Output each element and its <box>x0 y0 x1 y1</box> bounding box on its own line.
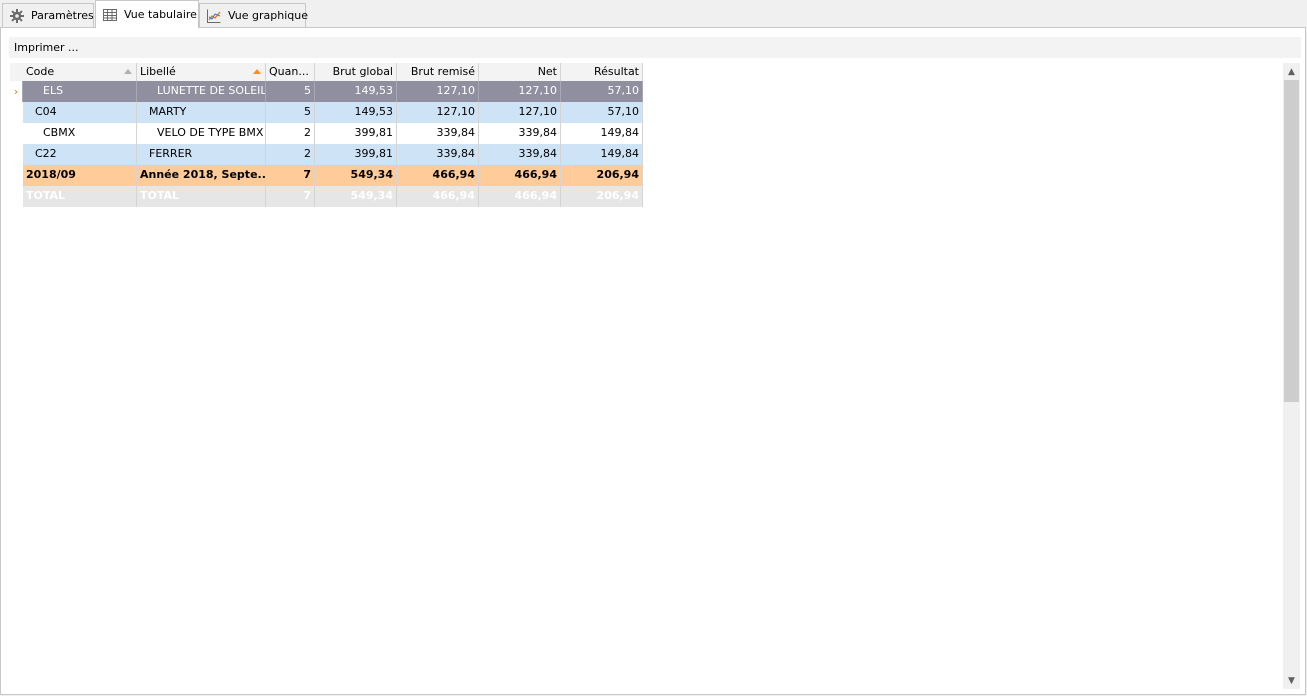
cell-brut-remise[interactable]: 339,84 <box>397 123 479 144</box>
column-header-libelle[interactable]: Libellé <box>137 63 266 81</box>
cell-net[interactable]: 339,84 <box>479 123 561 144</box>
row-indicator <box>10 165 23 186</box>
tab-vue-graphique[interactable]: Vue graphique <box>199 3 308 27</box>
tab-parametres[interactable]: Paramètres <box>2 3 94 27</box>
grid-header: Code Libellé Quan... Brut global Brut re… <box>10 63 643 82</box>
cell-resultat[interactable]: 206,94 <box>561 186 643 207</box>
cell-resultat[interactable]: 57,10 <box>561 81 643 102</box>
cell-quantite[interactable]: 2 <box>266 123 315 144</box>
cell-net[interactable]: 127,10 <box>479 102 561 123</box>
table-row[interactable]: C04 MARTY 5 149,53 127,10 127,10 57,10 <box>10 102 643 123</box>
sort-ascending-icon <box>124 69 132 74</box>
cell-brut-global[interactable]: 399,81 <box>315 144 397 165</box>
cell-code[interactable]: CBMX <box>23 123 137 144</box>
cell-resultat[interactable]: 57,10 <box>561 102 643 123</box>
table-row[interactable]: C22 FERRER 2 399,81 339,84 339,84 149,84 <box>10 144 643 165</box>
column-header-brut-global[interactable]: Brut global <box>315 63 397 81</box>
table-row[interactable]: › ELS LUNETTE DE SOLEIL 5 149,53 127,10 … <box>10 81 643 102</box>
cell-quantite[interactable]: 5 <box>266 81 315 102</box>
vertical-scrollbar[interactable]: ▲ ▼ <box>1283 63 1300 689</box>
cell-quantite[interactable]: 7 <box>266 165 315 186</box>
cell-net[interactable]: 127,10 <box>479 81 561 102</box>
cell-code[interactable]: C22 <box>23 144 137 165</box>
subtotal-row[interactable]: 2018/09 Année 2018, Septe... 7 549,34 46… <box>10 165 643 186</box>
column-header-brut-remise[interactable]: Brut remisé <box>397 63 479 81</box>
scroll-down-arrow-icon[interactable]: ▼ <box>1283 672 1300 689</box>
row-indicator <box>10 144 23 165</box>
column-header-label: Libellé <box>140 65 176 78</box>
column-header-code[interactable]: Code <box>23 63 137 81</box>
cell-brut-remise[interactable]: 127,10 <box>397 102 479 123</box>
cell-libelle[interactable]: VELO DE TYPE BMX <box>137 123 266 144</box>
cell-brut-global[interactable]: 549,34 <box>315 165 397 186</box>
tab-bar: Paramètres Vue tabulaire Vue graphique <box>0 0 1307 28</box>
tabular-view-panel: Imprimer ... Code Libellé Quan... Brut g… <box>0 27 1306 695</box>
cell-net[interactable]: 339,84 <box>479 144 561 165</box>
cell-resultat[interactable]: 149,84 <box>561 123 643 144</box>
cell-brut-remise[interactable]: 466,94 <box>397 165 479 186</box>
cell-quantite[interactable]: 2 <box>266 144 315 165</box>
cell-net[interactable]: 466,94 <box>479 186 561 207</box>
cell-brut-global[interactable]: 399,81 <box>315 123 397 144</box>
gear-icon <box>9 8 25 24</box>
cell-brut-global[interactable]: 149,53 <box>315 81 397 102</box>
cell-code[interactable]: ELS <box>23 81 137 102</box>
cell-libelle[interactable]: FERRER <box>137 144 266 165</box>
toolbar: Imprimer ... <box>9 37 1301 58</box>
total-row[interactable]: TOTAL TOTAL 7 549,34 466,94 466,94 206,9… <box>10 186 643 207</box>
cell-resultat[interactable]: 206,94 <box>561 165 643 186</box>
cell-brut-global[interactable]: 149,53 <box>315 102 397 123</box>
tab-label: Paramètres <box>31 9 94 22</box>
cell-libelle[interactable]: LUNETTE DE SOLEIL <box>137 81 266 102</box>
column-header-net[interactable]: Net <box>479 63 561 81</box>
cell-libelle[interactable]: MARTY <box>137 102 266 123</box>
cell-brut-remise[interactable]: 466,94 <box>397 186 479 207</box>
chart-icon <box>206 8 222 24</box>
column-header-label: Code <box>26 65 55 78</box>
cell-libelle[interactable]: TOTAL <box>137 186 266 207</box>
row-indicator <box>10 186 23 207</box>
sort-ascending-icon <box>253 69 261 74</box>
row-indicator <box>10 123 23 144</box>
cell-code[interactable]: 2018/09 <box>23 165 137 186</box>
scroll-up-arrow-icon[interactable]: ▲ <box>1283 63 1300 80</box>
cell-brut-global[interactable]: 549,34 <box>315 186 397 207</box>
scrollbar-thumb[interactable] <box>1284 80 1299 402</box>
cell-code[interactable]: C04 <box>23 102 137 123</box>
row-indicator-header <box>10 63 23 81</box>
row-indicator <box>10 102 23 123</box>
print-button[interactable]: Imprimer ... <box>9 41 79 54</box>
cell-quantite[interactable]: 7 <box>266 186 315 207</box>
tab-label: Vue tabulaire <box>124 8 197 21</box>
cell-quantite[interactable]: 5 <box>266 102 315 123</box>
cell-code[interactable]: TOTAL <box>23 186 137 207</box>
tab-label: Vue graphique <box>228 9 308 22</box>
cell-libelle[interactable]: Année 2018, Septe... <box>137 165 266 186</box>
table-row[interactable]: CBMX VELO DE TYPE BMX 2 399,81 339,84 33… <box>10 123 643 144</box>
column-header-resultat[interactable]: Résultat <box>561 63 643 81</box>
cell-brut-remise[interactable]: 339,84 <box>397 144 479 165</box>
current-row-arrow-icon: › <box>10 81 23 102</box>
cell-resultat[interactable]: 149,84 <box>561 144 643 165</box>
cell-brut-remise[interactable]: 127,10 <box>397 81 479 102</box>
column-header-quantite[interactable]: Quan... <box>266 63 315 81</box>
tab-vue-tabulaire[interactable]: Vue tabulaire <box>95 0 199 28</box>
cell-net[interactable]: 466,94 <box>479 165 561 186</box>
table-icon <box>102 7 118 23</box>
